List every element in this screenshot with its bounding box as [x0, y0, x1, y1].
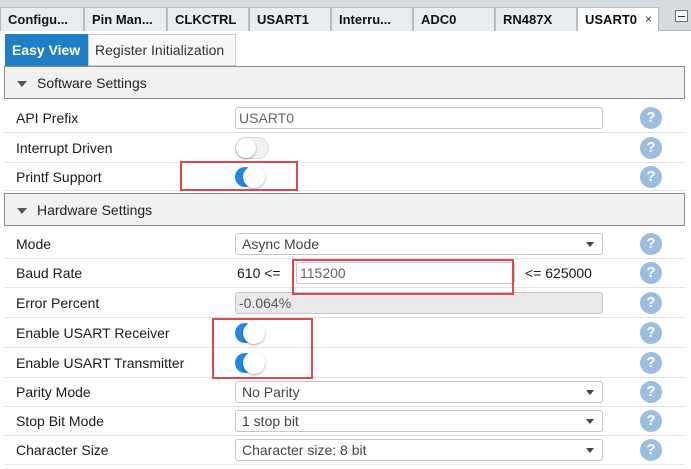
- tab-usart1[interactable]: USART1: [249, 7, 331, 31]
- baud-rate-max: <= 625000: [525, 265, 592, 281]
- dropdown-arrow-icon: [586, 448, 594, 453]
- mode-value: Async Mode: [242, 236, 320, 252]
- parity-mode-row: Parity Mode No Parity ?: [4, 378, 685, 407]
- stop-bit-mode-row: Stop Bit Mode 1 stop bit ?: [4, 407, 685, 436]
- stop-bit-mode-value: 1 stop bit: [242, 413, 299, 429]
- stop-bit-mode-label: Stop Bit Mode: [16, 413, 104, 429]
- tab-usart0-label: USART0: [585, 12, 638, 27]
- usart-receiver-label: Enable USART Receiver: [16, 324, 170, 341]
- dropdown-arrow-icon: [586, 242, 594, 247]
- error-percent-label: Error Percent: [16, 294, 100, 311]
- highlight-usart-toggles: [212, 318, 313, 379]
- dropdown-arrow-icon: [586, 390, 594, 395]
- tab-configuration[interactable]: Configu...: [0, 7, 84, 31]
- interrupt-driven-label: Interrupt Driven: [16, 139, 113, 156]
- toggle-knob: [236, 138, 256, 158]
- help-icon[interactable]: ?: [640, 410, 662, 432]
- error-percent-field: -0.064%: [235, 292, 603, 314]
- parity-mode-select[interactable]: No Parity: [235, 381, 603, 403]
- interrupt-driven-toggle[interactable]: [235, 137, 269, 159]
- tab-rn487x[interactable]: RN487X: [495, 7, 577, 31]
- minimize-icon[interactable]: [675, 10, 688, 22]
- character-size-select[interactable]: Character size: 8 bit: [235, 439, 603, 461]
- help-icon[interactable]: ?: [640, 136, 662, 159]
- collapse-triangle-icon[interactable]: [17, 208, 27, 214]
- tab-pin-manager[interactable]: Pin Man...: [84, 7, 167, 31]
- stop-bit-mode-select[interactable]: 1 stop bit: [235, 410, 603, 432]
- software-settings-header[interactable]: Software Settings: [4, 66, 685, 99]
- help-icon[interactable]: ?: [640, 381, 662, 403]
- character-size-value: Character size: 8 bit: [242, 442, 367, 458]
- close-icon[interactable]: ×: [645, 12, 652, 26]
- parity-mode-value: No Parity: [242, 384, 300, 400]
- character-size-row: Character Size Character size: 8 bit ?: [4, 436, 685, 465]
- tab-register-initialization[interactable]: Register Initialization: [88, 34, 236, 66]
- help-icon[interactable]: ?: [640, 233, 662, 255]
- usart-transmitter-row: Enable USART Transmitter ?: [4, 348, 685, 378]
- api-prefix-input[interactable]: USART0: [235, 107, 603, 129]
- dropdown-arrow-icon: [586, 419, 594, 424]
- mode-label: Mode: [16, 236, 52, 252]
- highlight-printf-toggle: [180, 161, 298, 191]
- help-icon[interactable]: ?: [640, 291, 662, 314]
- help-icon[interactable]: ?: [640, 351, 662, 374]
- help-icon[interactable]: ?: [640, 262, 662, 284]
- view-tabs: Easy View Register Initialization: [0, 31, 691, 66]
- api-prefix-row: API Prefix USART0 ?: [4, 103, 685, 133]
- hardware-settings-header[interactable]: Hardware Settings: [4, 193, 685, 226]
- usart-transmitter-label: Enable USART Transmitter: [16, 354, 185, 371]
- help-icon[interactable]: ?: [640, 321, 662, 344]
- tab-interrupt-manager[interactable]: Interru...: [331, 7, 413, 31]
- collapse-triangle-icon[interactable]: [17, 81, 27, 87]
- tab-usart0[interactable]: USART0 ×: [577, 7, 659, 32]
- tab-clkctrl[interactable]: CLKCTRL: [167, 7, 249, 31]
- interrupt-driven-row: Interrupt Driven ?: [4, 133, 685, 163]
- mode-select[interactable]: Async Mode: [235, 233, 603, 255]
- printf-support-label: Printf Support: [16, 168, 102, 185]
- mode-row: Mode Async Mode ?: [4, 230, 685, 259]
- help-icon[interactable]: ?: [640, 165, 662, 188]
- section-title: Software Settings: [37, 75, 147, 91]
- tab-easy-view[interactable]: Easy View: [5, 34, 88, 66]
- printf-support-row: Printf Support ?: [4, 163, 685, 191]
- usart-receiver-row: Enable USART Receiver ?: [4, 318, 685, 348]
- section-title: Hardware Settings: [37, 202, 153, 218]
- tab-adc0[interactable]: ADC0: [413, 7, 495, 31]
- help-icon[interactable]: ?: [640, 439, 662, 461]
- baud-rate-min: 610 <=: [237, 265, 281, 281]
- character-size-label: Character Size: [16, 442, 109, 458]
- parity-mode-label: Parity Mode: [16, 384, 91, 400]
- baud-rate-label: Baud Rate: [16, 265, 83, 281]
- highlight-baud-rate: [292, 259, 514, 295]
- help-icon[interactable]: ?: [640, 106, 662, 129]
- api-prefix-label: API Prefix: [16, 109, 79, 126]
- editor-tab-strip: Configu... Pin Man... CLKCTRL USART1 Int…: [0, 0, 691, 32]
